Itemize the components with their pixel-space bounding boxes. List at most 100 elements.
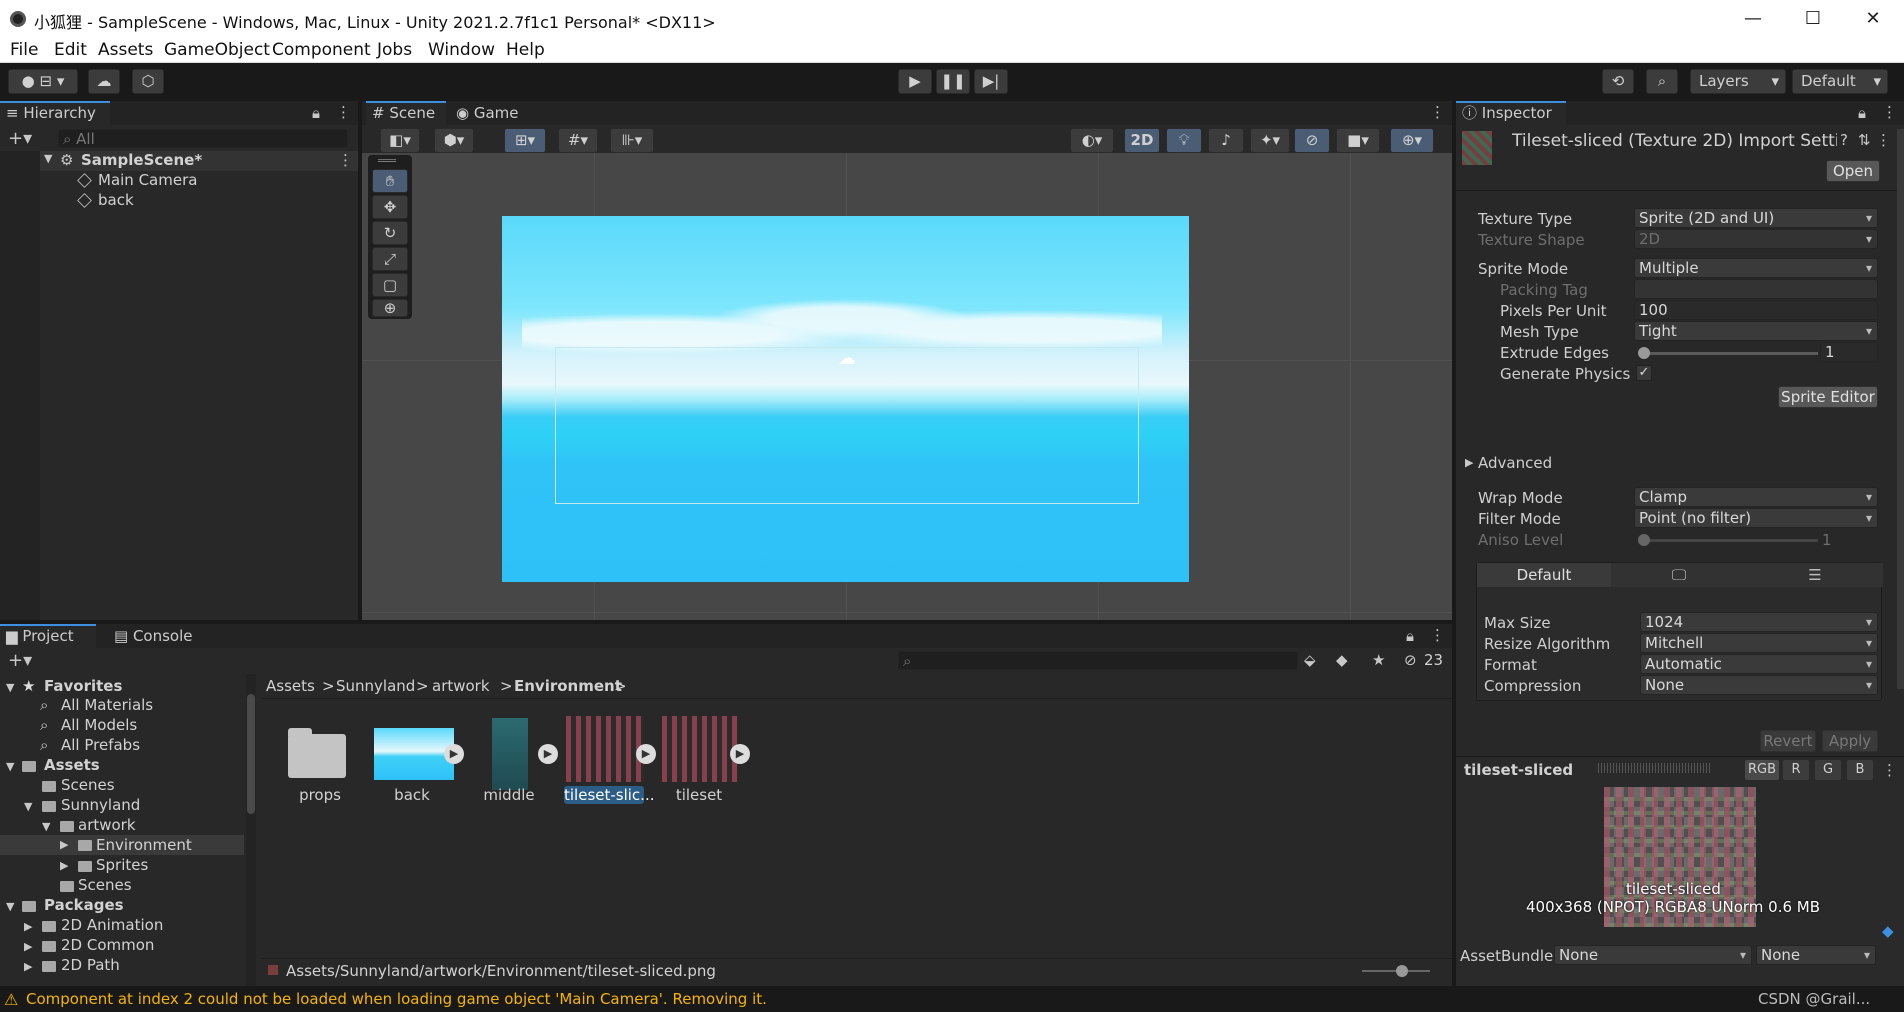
effects-icon[interactable]: ✦▾ xyxy=(1250,128,1290,153)
tab-console[interactable]: ▤ Console xyxy=(108,624,198,648)
kebab-menu-icon[interactable]: ⋮ xyxy=(338,151,353,169)
breadcrumb-item[interactable]: Assets xyxy=(266,677,315,695)
scale-tool-icon[interactable]: ⤢ xyxy=(372,247,408,271)
channel-g-button[interactable]: G xyxy=(1814,759,1842,781)
expand-arrow-icon[interactable]: ▶ xyxy=(60,859,68,872)
open-button[interactable]: Open xyxy=(1826,160,1880,182)
kebab-menu-icon[interactable]: ⋮ xyxy=(1430,103,1445,121)
asset-item[interactable]: ▶ tileset xyxy=(660,714,756,808)
ppu-input[interactable]: 100 xyxy=(1634,300,1878,320)
scene-row[interactable]: ▼ ⚙ SampleScene* ⋮ xyxy=(0,151,358,171)
compression-dropdown[interactable]: None xyxy=(1640,675,1878,695)
hierarchy-item[interactable]: back xyxy=(0,191,358,211)
channel-r-button[interactable]: R xyxy=(1782,759,1810,781)
menu-file[interactable]: File xyxy=(10,40,38,60)
wrap-mode-dropdown[interactable]: Clamp xyxy=(1634,487,1878,507)
tab-scene[interactable]: # Scene xyxy=(366,101,446,125)
package-item[interactable]: 2D Animation xyxy=(61,916,163,934)
search-icon[interactable]: ⌕ xyxy=(1646,69,1678,94)
play-button[interactable]: ▶ xyxy=(898,69,932,94)
menu-gameobject[interactable]: GameObject xyxy=(164,40,270,60)
expand-arrow-icon[interactable]: ▼ xyxy=(24,800,32,813)
audio-icon[interactable]: ♪ xyxy=(1208,128,1244,153)
channel-rgb-button[interactable]: RGB xyxy=(1744,759,1780,781)
view-options-icon[interactable]: ⬢▾ xyxy=(434,128,474,153)
favorite-item[interactable]: All Materials xyxy=(61,696,153,714)
filter-label-icon[interactable]: ◆ xyxy=(1336,651,1348,669)
extrude-slider-thumb[interactable] xyxy=(1638,347,1650,359)
orientation-icon[interactable]: ◐▾ xyxy=(1070,128,1114,153)
maximize-button[interactable]: ☐ xyxy=(1790,6,1836,32)
server-icon[interactable]: ☰ xyxy=(1747,563,1883,587)
lighting-icon[interactable]: 💡︎ xyxy=(1166,128,1202,153)
rect-tool-icon[interactable]: ▢ xyxy=(372,273,408,297)
menu-component[interactable]: Component xyxy=(272,40,371,60)
package-item[interactable]: 2D Path xyxy=(61,956,120,974)
tree-scrollbar-thumb[interactable] xyxy=(247,694,255,814)
apply-button[interactable]: Apply xyxy=(1822,730,1878,752)
package-item[interactable]: 2D Common xyxy=(61,936,154,954)
history-icon[interactable]: ⟲ xyxy=(1602,69,1634,94)
advanced-label[interactable]: Advanced xyxy=(1478,454,1552,472)
expand-sprites-icon[interactable]: ▶ xyxy=(444,744,464,764)
expand-arrow-icon[interactable]: ▼ xyxy=(42,820,50,833)
tab-hierarchy[interactable]: ≡ Hierarchy xyxy=(0,101,110,125)
layout-dropdown[interactable]: Default ▾ xyxy=(1792,69,1888,94)
expand-arrow-icon[interactable]: ▶ xyxy=(24,920,32,933)
mesh-type-dropdown[interactable]: Tight xyxy=(1634,321,1878,341)
scene-viewport[interactable]: ☁ ═══ ✋︎ ✥ ↻ ⤢ ▢ ⊕ xyxy=(362,153,1452,620)
increment-snap-icon[interactable]: ⊪▾ xyxy=(610,128,654,153)
step-button[interactable]: ▶| xyxy=(974,69,1008,94)
account-button[interactable]: ● ⊟ ▾ xyxy=(8,69,78,94)
revert-button[interactable]: Revert xyxy=(1760,730,1816,752)
expand-sprites-icon[interactable]: ▶ xyxy=(538,744,558,764)
favorite-item[interactable]: All Prefabs xyxy=(61,736,140,754)
asset-item[interactable]: props xyxy=(282,714,358,808)
expand-arrow-icon[interactable]: ▼ xyxy=(6,760,14,773)
inspector-scrollbar[interactable] xyxy=(1897,129,1904,689)
hierarchy-search-input[interactable]: ⌕ All xyxy=(58,129,348,148)
menu-window[interactable]: Window xyxy=(428,40,495,60)
lock-icon[interactable]: 🔒︎ xyxy=(312,104,320,122)
asset-item[interactable]: ▶ back xyxy=(372,714,464,808)
sprite-mode-dropdown[interactable]: Multiple xyxy=(1634,258,1878,278)
expand-arrow-icon[interactable]: ▼ xyxy=(6,900,14,913)
kebab-menu-icon[interactable]: ⋮ xyxy=(1876,131,1891,149)
hidden-packages-icon[interactable]: ⊘ xyxy=(1404,651,1417,669)
lock-icon[interactable]: 🔒︎ xyxy=(1406,627,1414,645)
rotate-tool-icon[interactable]: ↻ xyxy=(372,221,408,245)
expand-arrow-icon[interactable]: ▼ xyxy=(6,681,14,694)
camera-gizmo-icon[interactable]: ☁ xyxy=(838,348,856,369)
tree-selected-row[interactable]: ▶ Environment xyxy=(0,835,244,855)
asset-item[interactable]: ▶ tileset-slic... xyxy=(564,714,660,808)
channel-b-button[interactable]: B xyxy=(1846,759,1874,781)
move-tool-icon[interactable]: ✥ xyxy=(372,195,408,219)
pause-button[interactable]: ❚❚ xyxy=(936,69,970,94)
resize-algorithm-dropdown[interactable]: Mitchell xyxy=(1640,633,1878,653)
project-search-input[interactable]: ⌕ xyxy=(898,651,1298,670)
preview-drag-bar[interactable] xyxy=(1598,763,1712,773)
hierarchy-item[interactable]: Main Camera xyxy=(0,171,358,191)
grid-snap-icon[interactable]: ⊞▾ xyxy=(504,128,546,153)
assetbundle-variant-dropdown[interactable]: None xyxy=(1756,945,1876,965)
platform-tab-default[interactable]: Default xyxy=(1477,563,1611,587)
sprite-editor-button[interactable]: Sprite Editor xyxy=(1778,386,1878,408)
hand-tool-icon[interactable]: ✋︎ xyxy=(372,169,408,193)
favorite-star-icon[interactable]: ★ xyxy=(1372,651,1385,669)
camera-icon[interactable]: ■▾ xyxy=(1336,128,1380,153)
texture-type-dropdown[interactable]: Sprite (2D and UI) xyxy=(1634,208,1878,228)
favorite-item[interactable]: All Models xyxy=(61,716,137,734)
kebab-menu-icon[interactable]: ⋮ xyxy=(1882,761,1897,779)
gizmos-icon[interactable]: ⊕▾ xyxy=(1390,128,1434,153)
expand-arrow-icon[interactable]: ▼ xyxy=(44,152,52,165)
grid-icon[interactable]: #▾ xyxy=(558,128,598,153)
visibility-icon[interactable]: ⊘ xyxy=(1294,128,1330,153)
menu-help[interactable]: Help xyxy=(506,40,545,60)
drag-handle-icon[interactable]: ═══ xyxy=(378,156,396,167)
breadcrumb-item[interactable]: Sunnyland xyxy=(336,677,415,695)
lock-icon[interactable]: 🔒︎ xyxy=(1858,104,1866,122)
generate-physics-checkbox[interactable]: ✓ xyxy=(1636,365,1652,381)
menu-jobs[interactable]: Jobs xyxy=(377,40,412,60)
mode-2d-toggle[interactable]: 2D xyxy=(1124,128,1160,153)
layers-dropdown[interactable]: Layers ▾ xyxy=(1690,69,1786,94)
